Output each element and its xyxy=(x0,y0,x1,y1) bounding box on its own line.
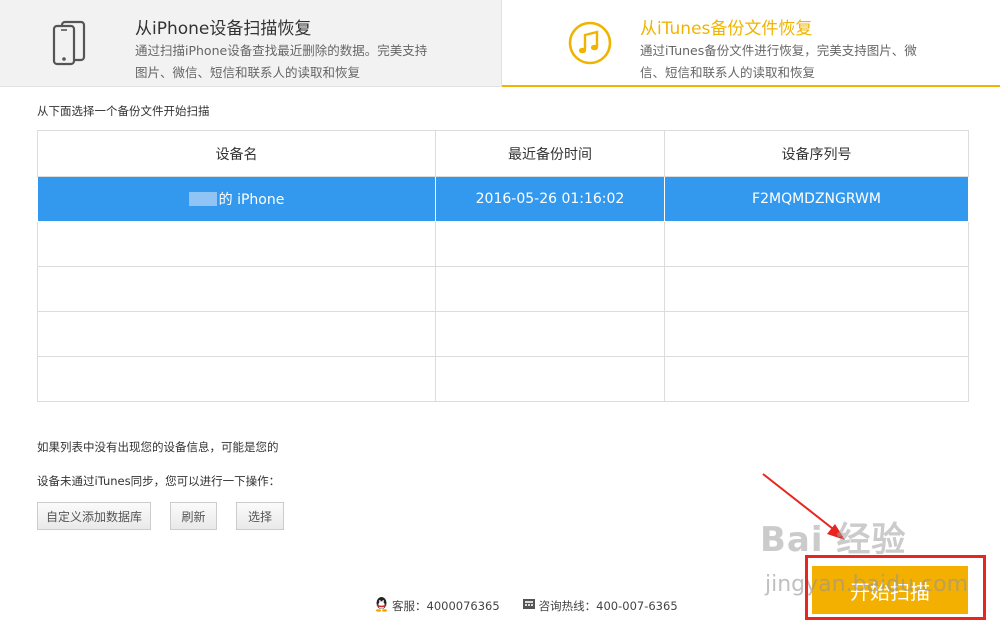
select-button[interactable]: 选择 xyxy=(236,502,284,530)
phone-hotline-icon xyxy=(522,597,536,614)
header-serial[interactable]: 设备序列号 xyxy=(664,130,969,177)
header-device-name[interactable]: 设备名 xyxy=(37,130,436,177)
cell-backup-time[interactable]: 2016-05-26 01:16:02 xyxy=(435,176,665,222)
backup-table: 设备名 最近备份时间 设备序列号 的 iPhone 2016-05-26 01:… xyxy=(37,130,969,402)
instruction-text: 从下面选择一个备份文件开始扫描 xyxy=(37,104,210,118)
table-header-row: 设备名 最近备份时间 设备序列号 xyxy=(37,130,969,177)
add-custom-database-button[interactable]: 自定义添加数据库 xyxy=(37,502,151,530)
tab-iphone-title: 从iPhone设备扫描恢复 xyxy=(135,19,312,39)
tab-itunes-desc: 通过iTunes备份文件进行恢复，完美支持图片、微信、短信和联系人的读取和恢复 xyxy=(640,43,917,80)
tab-itunes-title: 从iTunes备份文件恢复 xyxy=(640,19,813,39)
table-row[interactable]: 的 iPhone 2016-05-26 01:16:02 F2MQMDZNGRW… xyxy=(37,176,969,222)
header-backup-time[interactable]: 最近备份时间 xyxy=(435,130,665,177)
baidu-jingyan-watermark: Bai 经验 jingyan.baidu.com xyxy=(760,512,968,597)
mode-tabs: 从iPhone设备扫描恢复 通过扫描iPhone设备查找最近删除的数据。完美支持… xyxy=(0,0,1000,87)
tab-iphone-scan[interactable]: 从iPhone设备扫描恢复 通过扫描iPhone设备查找最近删除的数据。完美支持… xyxy=(0,0,502,87)
start-scan-button[interactable]: 开始扫描 xyxy=(812,566,968,614)
phone-icon xyxy=(50,20,88,70)
hotline-contact: 咨询热线：400-007-6365 xyxy=(538,598,678,613)
watermark-logo: Bai 经验 xyxy=(760,520,907,560)
table-row-empty xyxy=(37,356,969,402)
table-row-empty xyxy=(37,266,969,312)
annotation-arrow xyxy=(762,473,845,540)
music-note-icon xyxy=(567,20,613,70)
redacted-name xyxy=(188,192,217,206)
service-contact: 客服：4000076365 xyxy=(392,598,500,613)
help-note-1: 如果列表中没有出现您的设备信息，可能是您的 xyxy=(37,440,279,454)
cell-device-name[interactable]: 的 iPhone xyxy=(37,176,436,222)
table-row-empty xyxy=(37,311,969,357)
tab-iphone-desc: 通过扫描iPhone设备查找最近删除的数据。完美支持图片、微信、短信和联系人的读… xyxy=(135,43,428,80)
footer: 客服：4000076365 咨询热线：400-007-6365 xyxy=(374,596,678,615)
device-name-text: 的 iPhone xyxy=(218,192,285,208)
help-note-2: 设备未通过iTunes同步，您可以进行一下操作： xyxy=(37,474,281,488)
refresh-button[interactable]: 刷新 xyxy=(170,502,217,530)
qq-penguin-icon xyxy=(374,596,389,615)
tab-itunes-backup[interactable]: 从iTunes备份文件恢复 通过iTunes备份文件进行恢复，完美支持图片、微信… xyxy=(502,0,1000,87)
table-row-empty xyxy=(37,221,969,267)
cell-serial[interactable]: F2MQMDZNGRWM xyxy=(664,176,969,222)
